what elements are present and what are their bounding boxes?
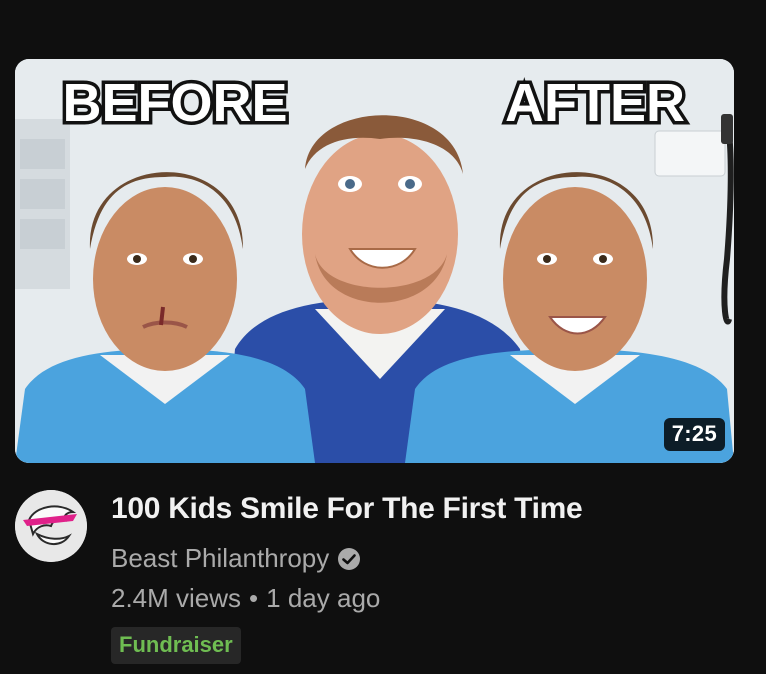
upload-age: 1 day ago <box>266 583 381 613</box>
fundraiser-badge[interactable]: Fundraiser <box>111 627 241 664</box>
channel-avatar[interactable] <box>15 490 87 562</box>
meta-separator: • <box>249 583 259 613</box>
channel-name[interactable]: Beast Philanthropy <box>111 543 329 574</box>
after-label: AFTER <box>505 73 685 133</box>
beast-logo-icon <box>15 490 87 562</box>
verified-icon <box>338 547 361 570</box>
video-thumbnail[interactable]: BEFORE AFTER 7:25 <box>15 59 734 463</box>
before-label: BEFORE <box>62 73 287 133</box>
video-meta: 2.4M views • 1 day ago <box>111 583 380 614</box>
view-count: 2.4M views <box>111 583 242 613</box>
duration-badge: 7:25 <box>663 418 725 451</box>
thumbnail-image: BEFORE AFTER <box>15 59 734 463</box>
video-title[interactable]: 100 Kids Smile For The First Time <box>111 492 583 526</box>
channel-row: Beast Philanthropy <box>111 543 361 574</box>
